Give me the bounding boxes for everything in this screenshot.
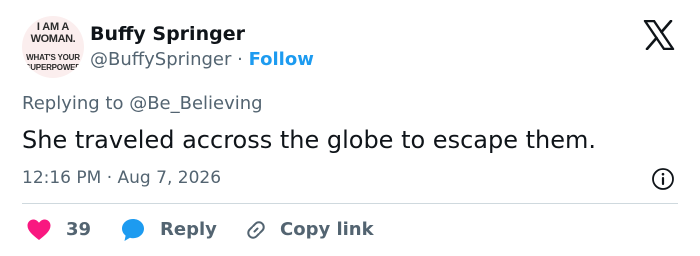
- handle-separator: ·: [237, 49, 243, 70]
- author-handle[interactable]: @BuffySpringer: [90, 49, 231, 70]
- avatar[interactable]: I AM A WOMAN. WHAT'S YOUR SUPERPOWER: [22, 16, 84, 78]
- heart-icon: [27, 219, 51, 240]
- action-bar: 39 Reply Copy link: [22, 214, 678, 246]
- avatar-text-line-3: WHAT'S YOUR: [26, 53, 80, 62]
- copy-link-button[interactable]: Copy link: [244, 214, 374, 246]
- divider: [22, 203, 678, 204]
- reply-label: Reply: [160, 219, 217, 240]
- author-name[interactable]: Buffy Springer: [90, 22, 245, 46]
- tweet-timestamp[interactable]: 12:16 PM · Aug 7, 2026: [22, 167, 221, 189]
- like-count: 39: [66, 219, 92, 240]
- reply-context: Replying to @Be_Believing: [22, 93, 263, 114]
- tweet-card: I AM A WOMAN. WHAT'S YOUR SUPERPOWER Buf…: [0, 0, 700, 256]
- avatar-text-line-4: SUPERPOWER: [25, 63, 81, 72]
- handle-row: @BuffySpringer · Follow: [90, 49, 314, 71]
- tweet-text: She traveled accross the globe to escape…: [22, 126, 596, 154]
- like-button[interactable]: 39: [26, 214, 91, 246]
- x-logo-icon[interactable]: [643, 20, 675, 50]
- copy-link-label: Copy link: [280, 219, 374, 240]
- reply-button[interactable]: Reply: [120, 214, 217, 246]
- link-icon: [247, 221, 265, 239]
- speech-bubble-icon: [122, 219, 144, 241]
- avatar-text-line-2: WOMAN.: [30, 33, 76, 45]
- info-icon[interactable]: [651, 167, 675, 191]
- follow-button[interactable]: Follow: [249, 49, 314, 70]
- avatar-text-line-1: I AM A: [36, 21, 70, 33]
